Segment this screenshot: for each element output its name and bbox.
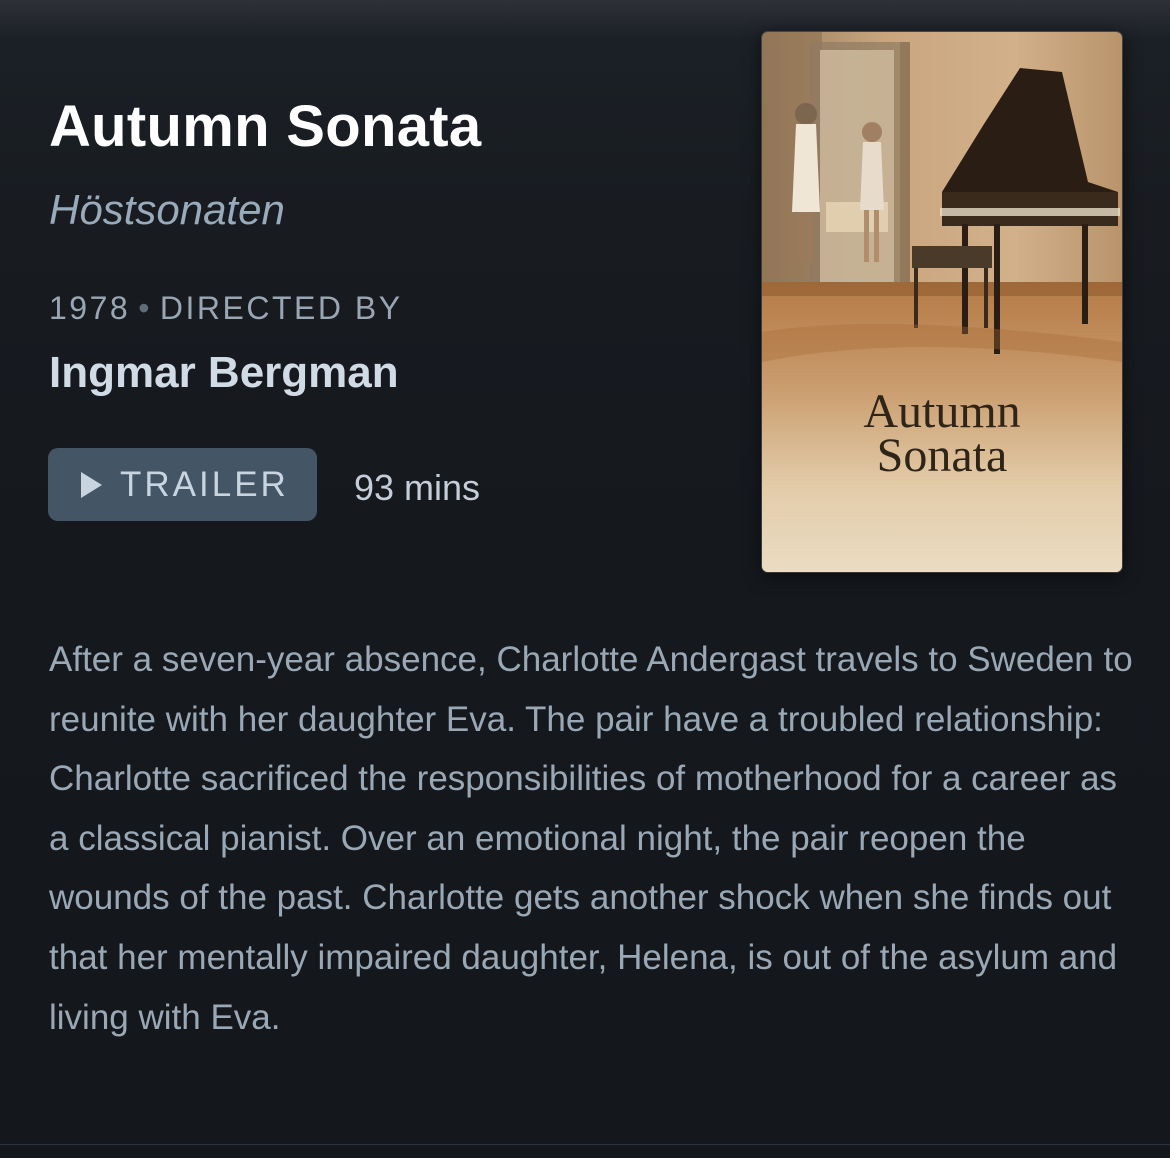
trailer-label: TRAILER [120, 464, 289, 504]
synopsis: After a seven-year absence, Charlotte An… [49, 640, 1133, 1037]
trailer-button[interactable]: TRAILER [48, 448, 317, 521]
meta-separator: • [138, 290, 152, 326]
directed-by-label: DIRECTED BY [159, 290, 403, 326]
director-link[interactable]: Ingmar Bergman [49, 348, 399, 398]
poster-title: Autumn Sonata [762, 388, 1122, 480]
release-year-link[interactable]: 1978 [49, 290, 130, 326]
film-meta: 1978 • DIRECTED BY [49, 290, 403, 327]
poster-painting [762, 32, 1122, 572]
film-page: Autumn Sonata Höstsonaten 1978 • DIRECTED … [0, 0, 1170, 1158]
poster-title-line2: Sonata [876, 429, 1008, 482]
play-icon [81, 471, 102, 498]
original-title: Höstsonaten [49, 186, 285, 233]
runtime: 93 mins [354, 467, 481, 508]
section-divider [0, 1144, 1170, 1145]
film-poster[interactable]: Autumn Sonata [762, 32, 1122, 572]
film-title: Autumn Sonata [49, 94, 482, 159]
